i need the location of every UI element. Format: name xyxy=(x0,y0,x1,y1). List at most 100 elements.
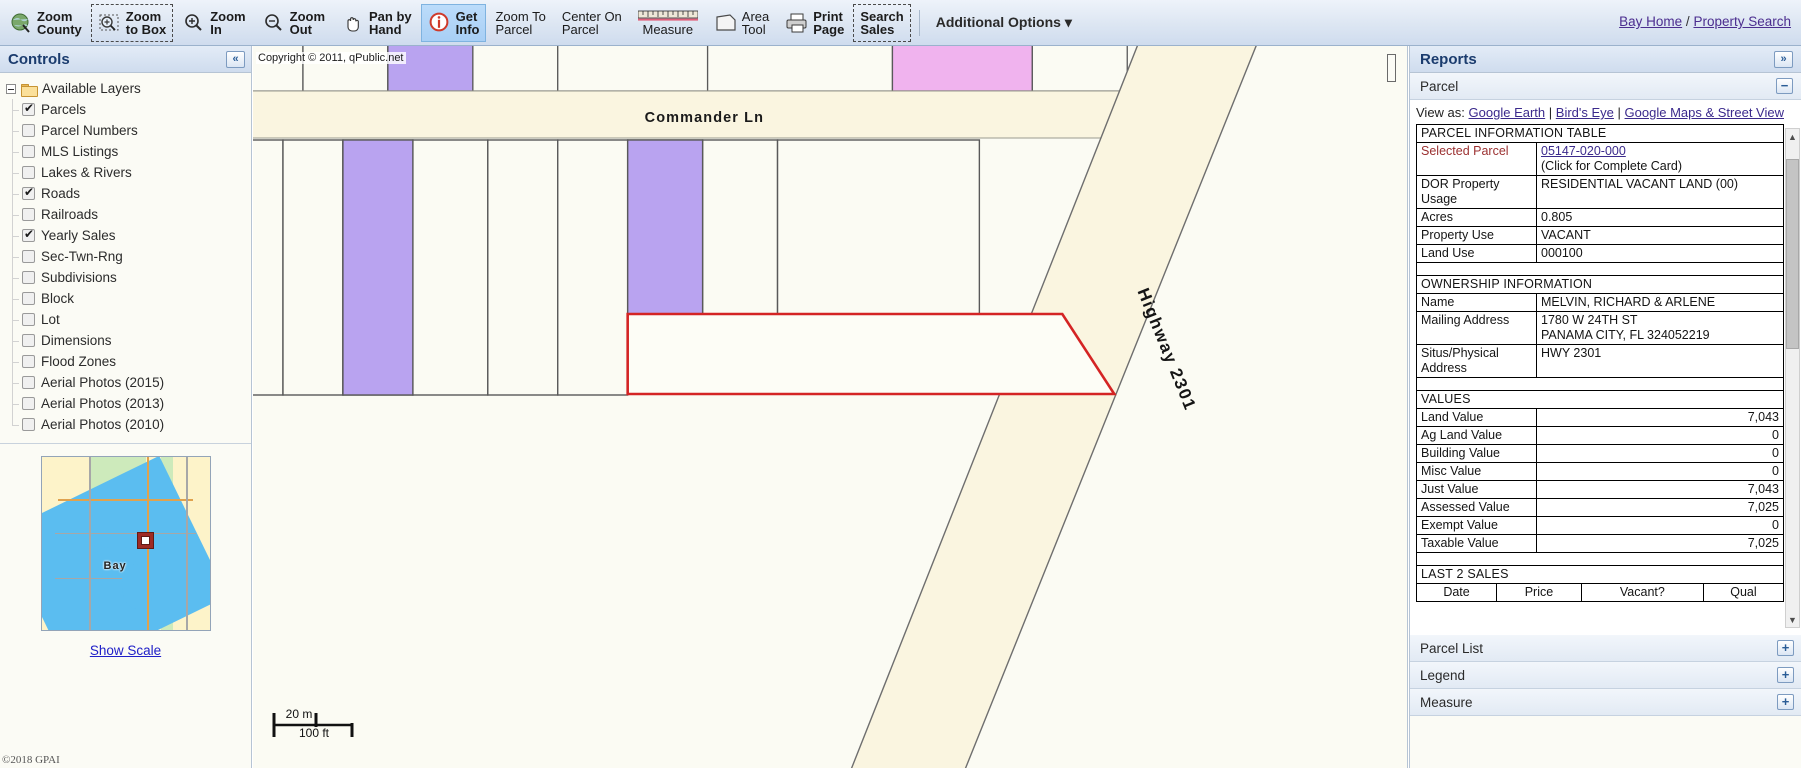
last-sales-table: LAST 2 SALES Date Price Vacant? Qual xyxy=(1415,565,1785,602)
checkbox-dimensions[interactable] xyxy=(22,334,35,347)
accordion-measure[interactable]: Measure + xyxy=(1410,689,1801,716)
view-as-prefix: View as: xyxy=(1416,105,1465,120)
table-row: Building Value 0 xyxy=(1416,444,1784,463)
minimap-road xyxy=(88,457,91,630)
spacer-cell xyxy=(1416,552,1784,566)
show-scale-link[interactable]: Show Scale xyxy=(90,643,161,658)
table-row: Situs/Physical Address HWY 2301 xyxy=(1416,344,1784,378)
accordion-legend[interactable]: Legend + xyxy=(1410,662,1801,689)
scroll-thumb[interactable] xyxy=(1786,159,1799,349)
table-spacer-row xyxy=(1416,262,1784,276)
layer-item-subdivisions[interactable]: Subdivisions xyxy=(0,267,251,288)
overview-minimap[interactable]: Bay xyxy=(40,456,211,631)
layer-item-railroads[interactable]: Railroads xyxy=(0,204,251,225)
checkbox-subdivisions[interactable] xyxy=(22,271,35,284)
get-info-button[interactable]: Get Info xyxy=(420,3,487,42)
search-sales-button[interactable]: Search Sales xyxy=(853,3,911,42)
checkbox-lot[interactable] xyxy=(22,313,35,326)
center-on-parcel-button[interactable]: Center On Parcel xyxy=(555,4,629,42)
layer-label: Flood Zones xyxy=(41,354,117,369)
birds-eye-link[interactable]: Bird's Eye xyxy=(1556,105,1614,120)
layer-item-lot[interactable]: Lot xyxy=(0,309,251,330)
table-spacer-row xyxy=(1416,377,1784,391)
google-earth-link[interactable]: Google Earth xyxy=(1469,105,1546,120)
zoom-in-button[interactable]: Zoom In xyxy=(175,4,252,42)
available-layers-label: Available Layers xyxy=(42,81,141,96)
layer-item-roads[interactable]: Roads xyxy=(0,183,251,204)
zoom-county-button[interactable]: Zoom County xyxy=(2,4,89,42)
measure-button[interactable]: Measure xyxy=(631,4,705,42)
expand-reports-button[interactable]: » xyxy=(1774,50,1793,68)
layer-item-yearly-sales[interactable]: Yearly Sales xyxy=(0,225,251,246)
spacer-table-2 xyxy=(1416,377,1784,391)
ruler-icon xyxy=(637,10,699,23)
collapse-tree-icon[interactable] xyxy=(6,83,16,94)
collapse-controls-button[interactable]: « xyxy=(226,50,245,68)
layer-item-dimensions[interactable]: Dimensions xyxy=(0,330,251,351)
map-panel-splitter[interactable] xyxy=(1387,54,1396,82)
layer-item-lakes-rivers[interactable]: Lakes & Rivers xyxy=(0,162,251,183)
area-tool-button[interactable]: Area Tool xyxy=(707,4,776,42)
selected-parcel-label: Selected Parcel xyxy=(1416,142,1537,176)
parcel-id-link[interactable]: 05147-020-000 xyxy=(1541,144,1626,158)
layer-item-block[interactable]: Block xyxy=(0,288,251,309)
additional-options-menu[interactable]: Additional Options ▾ xyxy=(928,14,1080,31)
map-canvas[interactable]: Commander Ln Highway 2301 xyxy=(253,46,1407,768)
property-search-link[interactable]: Property Search xyxy=(1693,14,1791,29)
accordion-parcel-list[interactable]: Parcel List + xyxy=(1410,635,1801,662)
layer-item-mls-listings[interactable]: MLS Listings xyxy=(0,141,251,162)
minimap-road xyxy=(185,457,188,630)
checkbox-yearly-sales[interactable] xyxy=(22,228,35,242)
layer-label: Block xyxy=(41,291,75,306)
checkbox-parcel-numbers[interactable] xyxy=(22,124,35,137)
parcel-info-heading: PARCEL INFORMATION TABLE xyxy=(1416,124,1784,143)
accordion-parcel-toggle[interactable]: − xyxy=(1776,78,1793,94)
view-as-separator: | xyxy=(1617,105,1621,120)
checkbox-sec-twn-rng[interactable] xyxy=(22,250,35,263)
checkbox-mls-listings[interactable] xyxy=(22,145,35,158)
accordion-measure-toggle[interactable]: + xyxy=(1777,694,1794,710)
info-icon xyxy=(428,11,452,35)
checkbox-parcels[interactable] xyxy=(22,102,35,116)
layer-item-sec-twn-rng[interactable]: Sec-Twn-Rng xyxy=(0,246,251,267)
checkbox-block[interactable] xyxy=(22,292,35,305)
exempt-value-label: Exempt Value xyxy=(1416,516,1537,535)
table-row: Assessed Value 7,025 xyxy=(1416,498,1784,517)
layer-item-aerial-2015[interactable]: Aerial Photos (2015) xyxy=(0,372,251,393)
accordion-parcel-list-toggle[interactable]: + xyxy=(1777,640,1794,656)
accordion-legend-toggle[interactable]: + xyxy=(1777,667,1794,683)
layer-item-flood-zones[interactable]: Flood Zones xyxy=(0,351,251,372)
layer-item-parcel-numbers[interactable]: Parcel Numbers xyxy=(0,120,251,141)
building-value-label: Building Value xyxy=(1416,444,1537,463)
checkbox-aerial-2015[interactable] xyxy=(22,376,35,389)
checkbox-flood-zones[interactable] xyxy=(22,355,35,368)
checkbox-roads[interactable] xyxy=(22,186,35,200)
checkbox-aerial-2013[interactable] xyxy=(22,397,35,410)
bay-home-link[interactable]: Bay Home xyxy=(1619,14,1682,29)
map-viewport[interactable]: Commander Ln Highway 2301 Copyright © 20… xyxy=(253,46,1408,768)
layer-label: Parcels xyxy=(41,102,87,117)
layer-label: Aerial Photos (2010) xyxy=(41,417,165,432)
zoom-out-button[interactable]: Zoom Out xyxy=(255,4,332,42)
print-page-button[interactable]: Print Page xyxy=(778,4,851,42)
report-scrollbar[interactable]: ▲ ▼ xyxy=(1785,128,1800,628)
selected-parcel-value: 05147-020-000 (Click for Complete Card) xyxy=(1536,142,1784,176)
layer-item-aerial-2013[interactable]: Aerial Photos (2013) xyxy=(0,393,251,414)
pan-by-hand-button[interactable]: Pan by Hand xyxy=(334,4,419,42)
google-maps-street-view-link[interactable]: Google Maps & Street View xyxy=(1625,105,1784,120)
checkbox-aerial-2010[interactable] xyxy=(22,418,35,431)
magnifier-plus-icon xyxy=(182,11,206,35)
scroll-down-arrow[interactable]: ▼ xyxy=(1786,612,1799,627)
available-layers-root[interactable]: Available Layers xyxy=(0,79,251,99)
acres-value: 0.805 xyxy=(1536,208,1784,227)
layer-item-aerial-2010[interactable]: Aerial Photos (2010) xyxy=(0,414,251,435)
scroll-up-arrow[interactable]: ▲ xyxy=(1786,129,1799,144)
layer-item-parcels[interactable]: Parcels xyxy=(0,99,251,120)
accordion-parcel[interactable]: Parcel − xyxy=(1410,73,1801,100)
land-value-amount: 7,043 xyxy=(1536,408,1784,427)
checkbox-lakes-rivers[interactable] xyxy=(22,166,35,179)
checkbox-railroads[interactable] xyxy=(22,208,35,221)
zoom-to-parcel-button[interactable]: Zoom To Parcel xyxy=(488,4,552,42)
zoom-to-box-button[interactable]: Zoom to Box xyxy=(90,3,174,42)
view-as-links: View as: Google Earth | Bird's Eye | Goo… xyxy=(1410,100,1801,124)
